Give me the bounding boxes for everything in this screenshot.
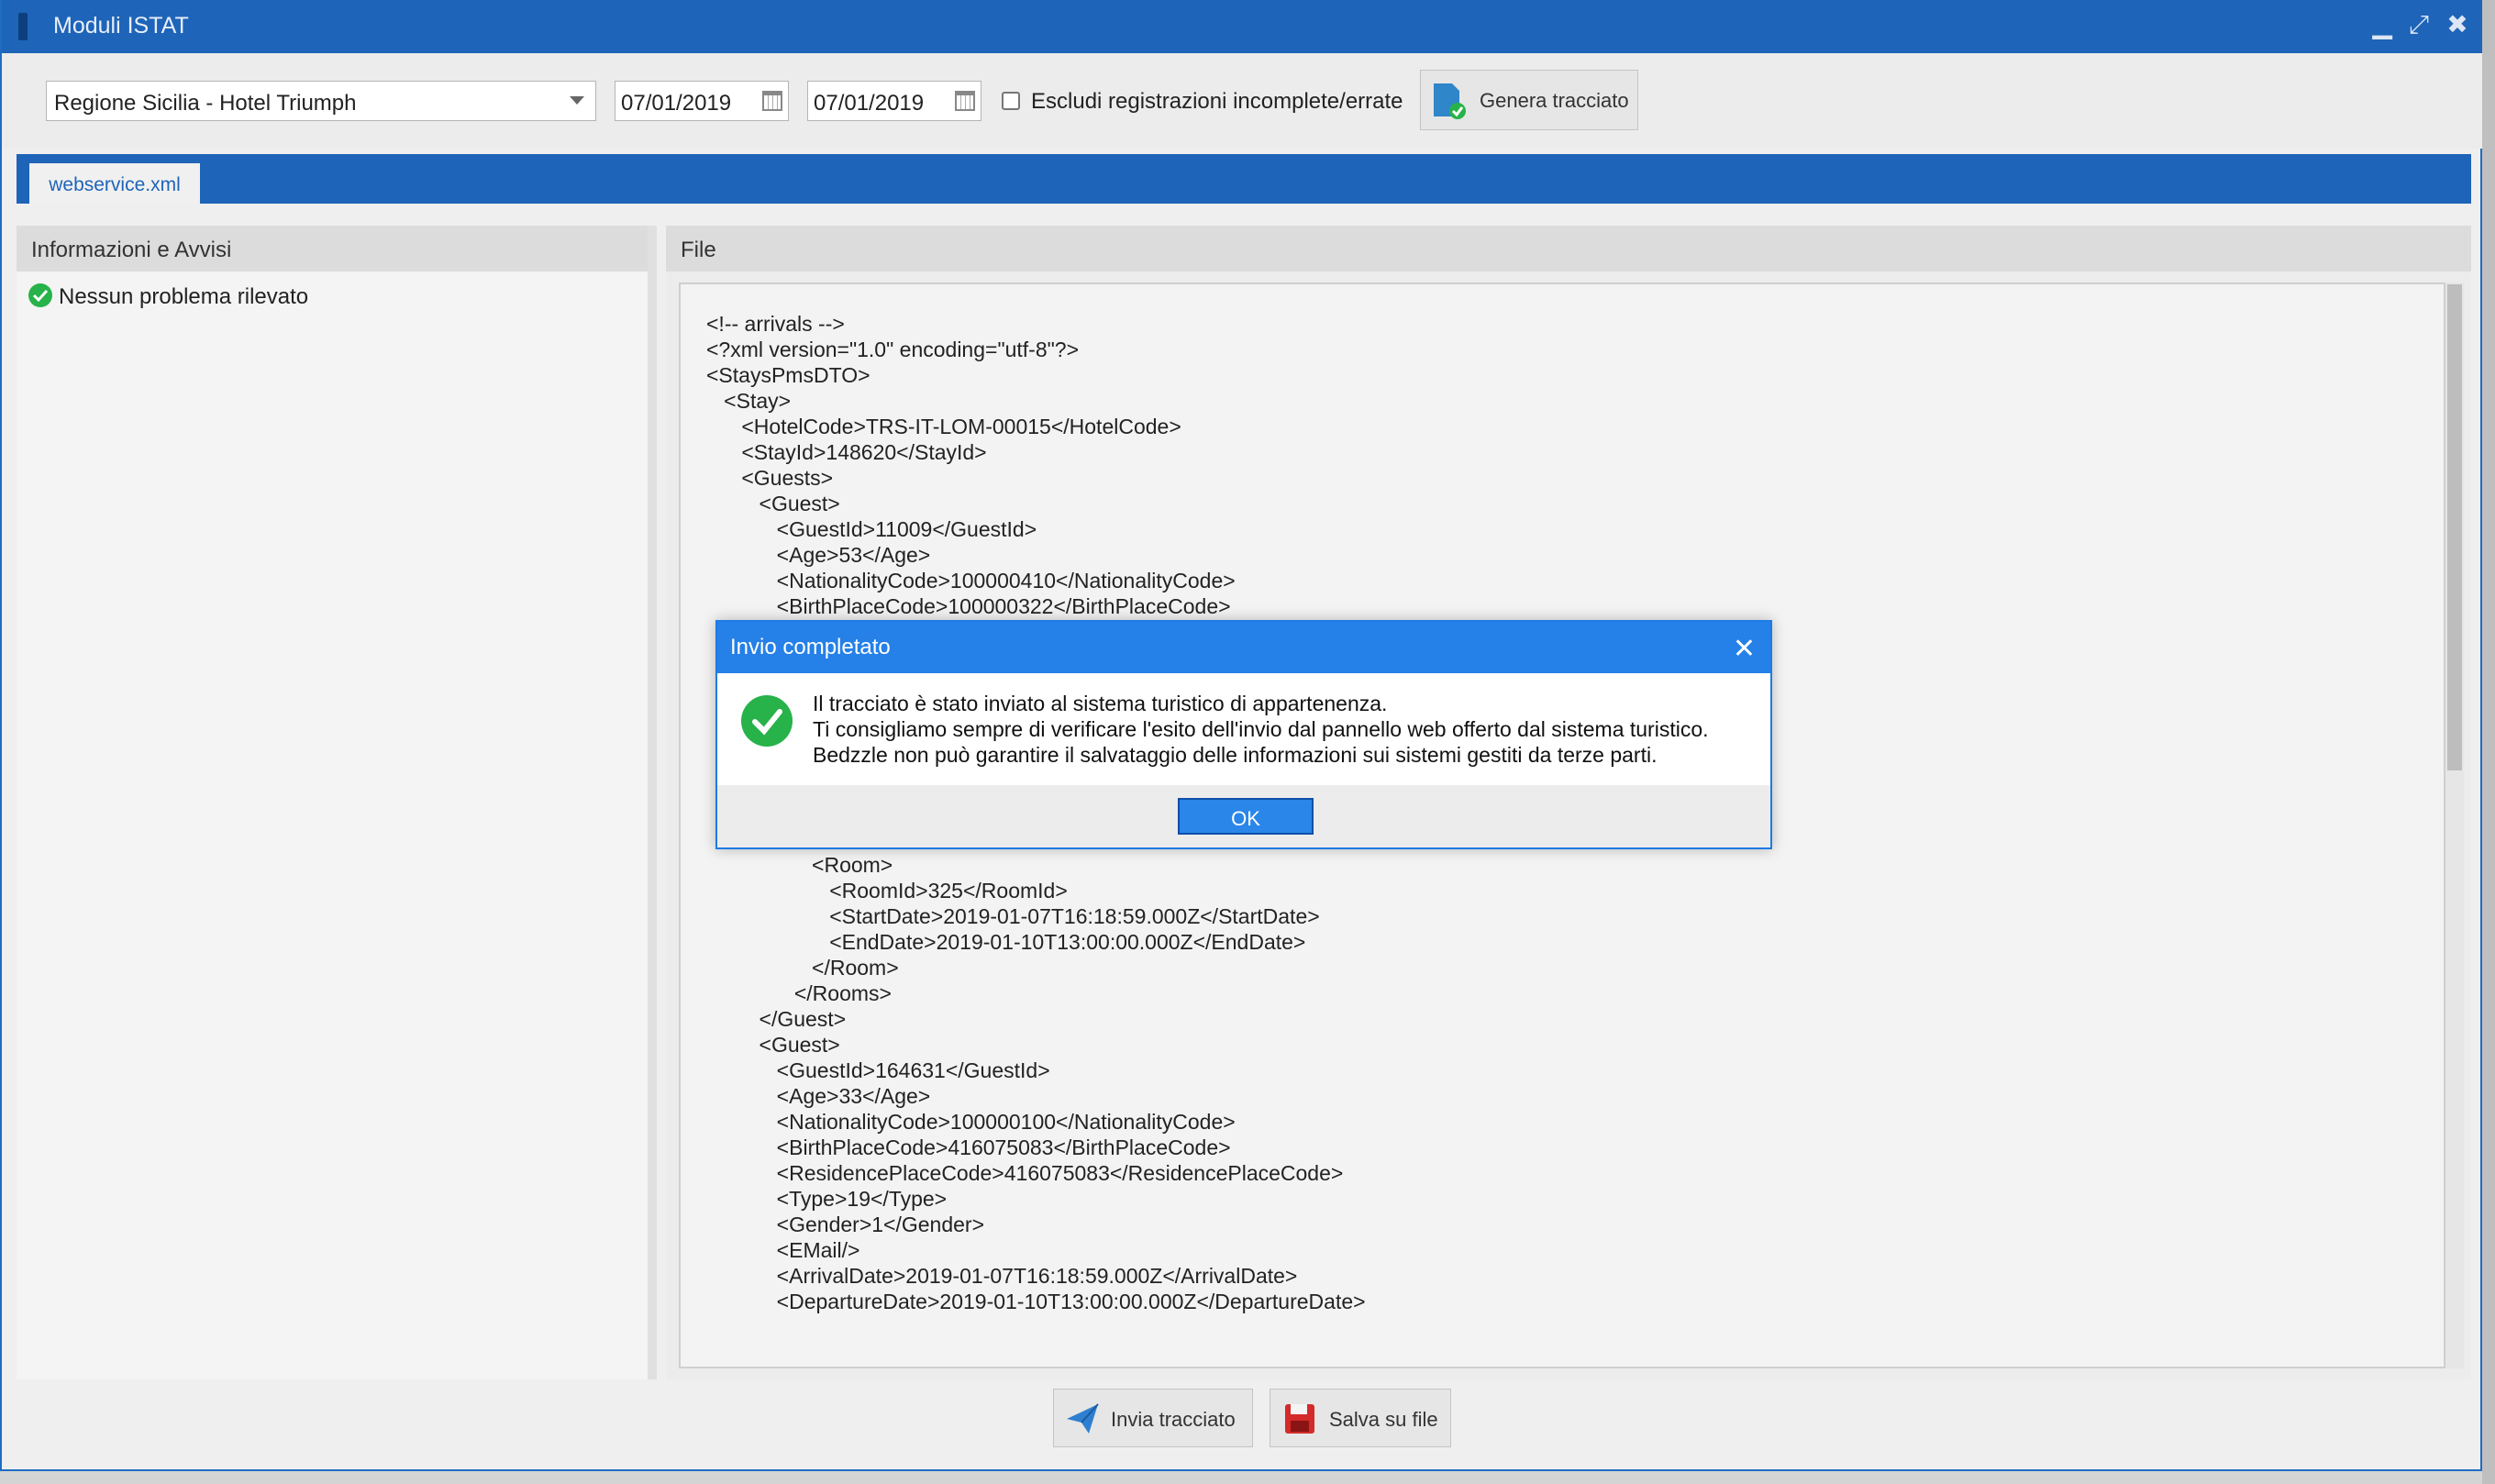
generate-button[interactable]: Genera tracciato — [1420, 70, 1638, 130]
xml-line: <Age>33</Age> — [706, 1084, 931, 1108]
dialog-message-line2: Ti consigliamo sempre di verificare l'es… — [813, 717, 1709, 741]
xml-line: </Guest> — [706, 1007, 847, 1031]
xml-line: <GuestId>164631</GuestId> — [706, 1058, 1050, 1082]
xml-line: <?xml version="1.0" encoding="utf-8"?> — [706, 338, 1080, 361]
dialog-message-line1: Il tracciato è stato inviato al sistema … — [813, 692, 1388, 715]
xml-line: <GuestId>11009</GuestId> — [706, 517, 1037, 541]
tab-bar — [17, 154, 2471, 204]
dialog-header: Invio completato ✕ — [717, 622, 1770, 673]
xml-line: <ArrivalDate>2019-01-07T16:18:59.000Z</A… — [706, 1264, 1298, 1288]
xml-line: <NationalityCode>100000100</NationalityC… — [706, 1110, 1236, 1134]
xml-line: <EndDate>2019-01-10T13:00:00.000Z</EndDa… — [706, 930, 1306, 954]
send-button-label: Invia tracciato — [1111, 1408, 1236, 1431]
minimize-icon[interactable]: ▁ — [2368, 11, 2396, 39]
info-panel: Informazioni e Avvisi Nessun problema ri… — [17, 226, 657, 1379]
title-bar: Moduli ISTAT ▁ ⤢ ✖ — [2, 0, 2484, 53]
success-icon — [741, 695, 793, 747]
ok-button[interactable]: OK — [1178, 798, 1314, 835]
sent-dialog: Invio completato ✕ Il tracciato è stato … — [715, 620, 1772, 849]
save-button[interactable]: Salva su file — [1270, 1389, 1451, 1447]
maximize-icon[interactable]: ⤢ — [2405, 11, 2433, 39]
floppy-disk-icon — [1285, 1404, 1314, 1434]
close-icon[interactable]: ✖ — [2444, 11, 2471, 39]
xml-line: <EMail/> — [706, 1238, 860, 1262]
background-strip — [0, 1471, 2495, 1484]
exclude-checkbox[interactable] — [1002, 92, 1020, 110]
xml-line: <Room> — [706, 853, 893, 877]
xml-line: <Gender>1</Gender> — [706, 1213, 985, 1236]
info-panel-title: Informazioni e Avvisi — [17, 226, 648, 271]
save-button-label: Salva su file — [1329, 1408, 1438, 1431]
date-from-value: 07/01/2019 — [621, 91, 732, 116]
app-icon — [18, 13, 28, 40]
date-to-field[interactable]: 07/01/2019 — [807, 81, 981, 121]
scrollbar-thumb[interactable] — [2447, 284, 2462, 770]
xml-line: <Guests> — [706, 466, 834, 490]
tab-webservice-xml[interactable]: webservice.xml — [29, 163, 200, 204]
background-edge — [2482, 0, 2495, 1484]
xml-line: <Guest> — [706, 492, 840, 515]
document-check-icon — [1434, 83, 1466, 119]
dialog-footer: OK — [717, 785, 1770, 847]
calendar-icon[interactable] — [955, 91, 975, 111]
file-panel-title: File — [666, 226, 2471, 271]
region-select-value: Regione Sicilia - Hotel Triumph — [54, 91, 357, 116]
xml-line: <!-- arrivals --> — [706, 312, 845, 336]
status-text: Nessun problema rilevato — [59, 284, 309, 309]
xml-line: <StayId>148620</StayId> — [706, 440, 987, 464]
xml-line: <StaysPmsDTO> — [706, 363, 870, 387]
generate-button-label: Genera tracciato — [1480, 89, 1629, 112]
xml-line: <DepartureDate>2019-01-10T13:00:00.000Z<… — [706, 1290, 1366, 1313]
tab-label: webservice.xml — [49, 174, 181, 195]
date-from-field[interactable]: 07/01/2019 — [615, 81, 789, 121]
calendar-icon[interactable] — [762, 91, 782, 111]
dialog-close-icon[interactable]: ✕ — [1733, 633, 1756, 665]
xml-line: <RoomId>325</RoomId> — [706, 879, 1068, 903]
chevron-down-icon — [570, 96, 584, 105]
window-title: Moduli ISTAT — [53, 13, 189, 39]
ok-button-label: OK — [1231, 807, 1260, 830]
paper-plane-icon — [1067, 1403, 1099, 1434]
xml-line: </Rooms> — [706, 981, 892, 1005]
send-button[interactable]: Invia tracciato — [1053, 1389, 1253, 1447]
xml-line: <ResidencePlaceCode>416075083</Residence… — [706, 1161, 1344, 1185]
toolbar: Regione Sicilia - Hotel Triumph 07/01/20… — [2, 53, 2482, 149]
xml-line: <Age>53</Age> — [706, 543, 931, 567]
dialog-message-line3: Bedzzle non può garantire il salvataggio… — [813, 743, 1658, 767]
xml-line: <Type>19</Type> — [706, 1187, 948, 1211]
region-select[interactable]: Regione Sicilia - Hotel Triumph — [46, 81, 596, 121]
check-circle-icon — [28, 283, 52, 307]
xml-line: <BirthPlaceCode>416075083</BirthPlaceCod… — [706, 1135, 1231, 1159]
xml-line: <NationalityCode>100000410</NationalityC… — [706, 569, 1236, 592]
xml-line: <Stay> — [706, 389, 792, 413]
xml-line: </Room> — [706, 956, 899, 980]
dialog-title: Invio completato — [730, 635, 891, 659]
xml-line: <BirthPlaceCode>100000322</BirthPlaceCod… — [706, 594, 1231, 618]
xml-line: <StartDate>2019-01-07T16:18:59.000Z</Sta… — [706, 904, 1320, 928]
date-to-value: 07/01/2019 — [814, 91, 925, 116]
xml-line: <HotelCode>TRS-IT-LOM-00015</HotelCode> — [706, 415, 1181, 438]
exclude-checkbox-label: Escludi registrazioni incomplete/errate — [1031, 89, 1403, 114]
xml-line: <Guest> — [706, 1033, 840, 1057]
